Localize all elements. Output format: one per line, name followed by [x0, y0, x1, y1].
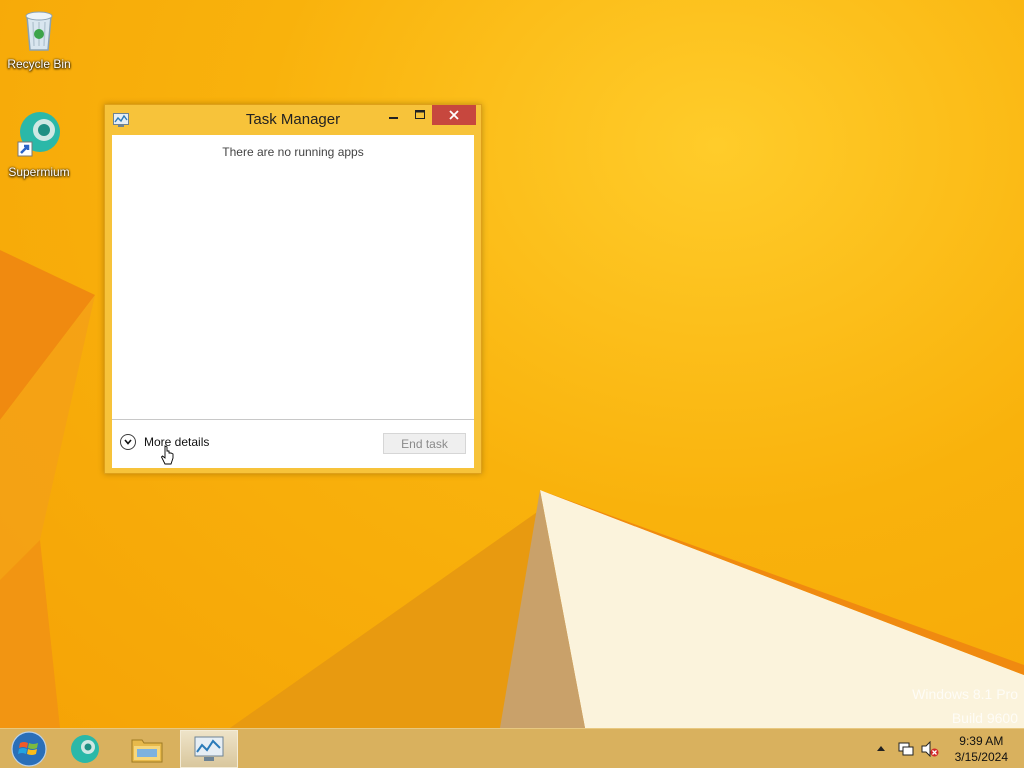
close-button[interactable] [432, 105, 476, 125]
maximize-button[interactable] [407, 105, 433, 125]
start-button[interactable] [0, 730, 58, 768]
maximize-icon [415, 110, 425, 119]
task-list-pane: There are no running apps More details E… [112, 135, 474, 468]
task-manager-icon [194, 736, 224, 761]
clock-date: 3/15/2024 [954, 750, 1008, 764]
close-icon [449, 110, 459, 120]
taskbar-item-file-explorer[interactable] [118, 730, 176, 768]
more-details-label: More details [144, 435, 210, 449]
taskbar-item-supermium[interactable] [56, 730, 114, 768]
task-manager-window[interactable]: Task Manager There are no running apps M… [104, 104, 482, 474]
windows-watermark-build: Build 9600 [951, 710, 1018, 726]
empty-state-message: There are no running apps [222, 145, 364, 159]
folder-icon [131, 739, 163, 763]
desktop-icon-supermium[interactable]: Supermium [1, 110, 77, 179]
minimize-button[interactable] [381, 105, 407, 125]
supermium-browser-icon [71, 735, 99, 763]
title-bar[interactable]: Task Manager [105, 105, 481, 135]
recycle-bin-icon [25, 11, 53, 51]
windows-start-orb-icon [11, 731, 47, 767]
show-hidden-icons-chevron-icon[interactable] [877, 745, 885, 751]
clock-time: 9:39 AM [959, 734, 1004, 748]
taskbar-item-task-manager[interactable] [180, 730, 238, 768]
minimize-icon [389, 117, 398, 119]
supermium-browser-icon [17, 112, 60, 157]
desktop-icon-label: Supermium [8, 165, 70, 179]
windows-watermark-edition: Windows 8.1 Pro [912, 686, 1018, 702]
desktop-icon-recycle-bin[interactable]: Recycle Bin [1, 6, 77, 71]
mouse-cursor-icon [161, 445, 174, 465]
volume-muted-icon[interactable] [921, 741, 939, 757]
system-clock[interactable]: 9:39 AM 3/15/2024 [955, 733, 1008, 765]
network-icon[interactable] [898, 741, 914, 757]
end-task-button[interactable]: End task [383, 433, 466, 454]
desktop-icon-label: Recycle Bin [7, 57, 71, 71]
chevron-down-icon [120, 434, 136, 450]
taskbar: 9:39 AM 3/15/2024 [0, 728, 1024, 768]
